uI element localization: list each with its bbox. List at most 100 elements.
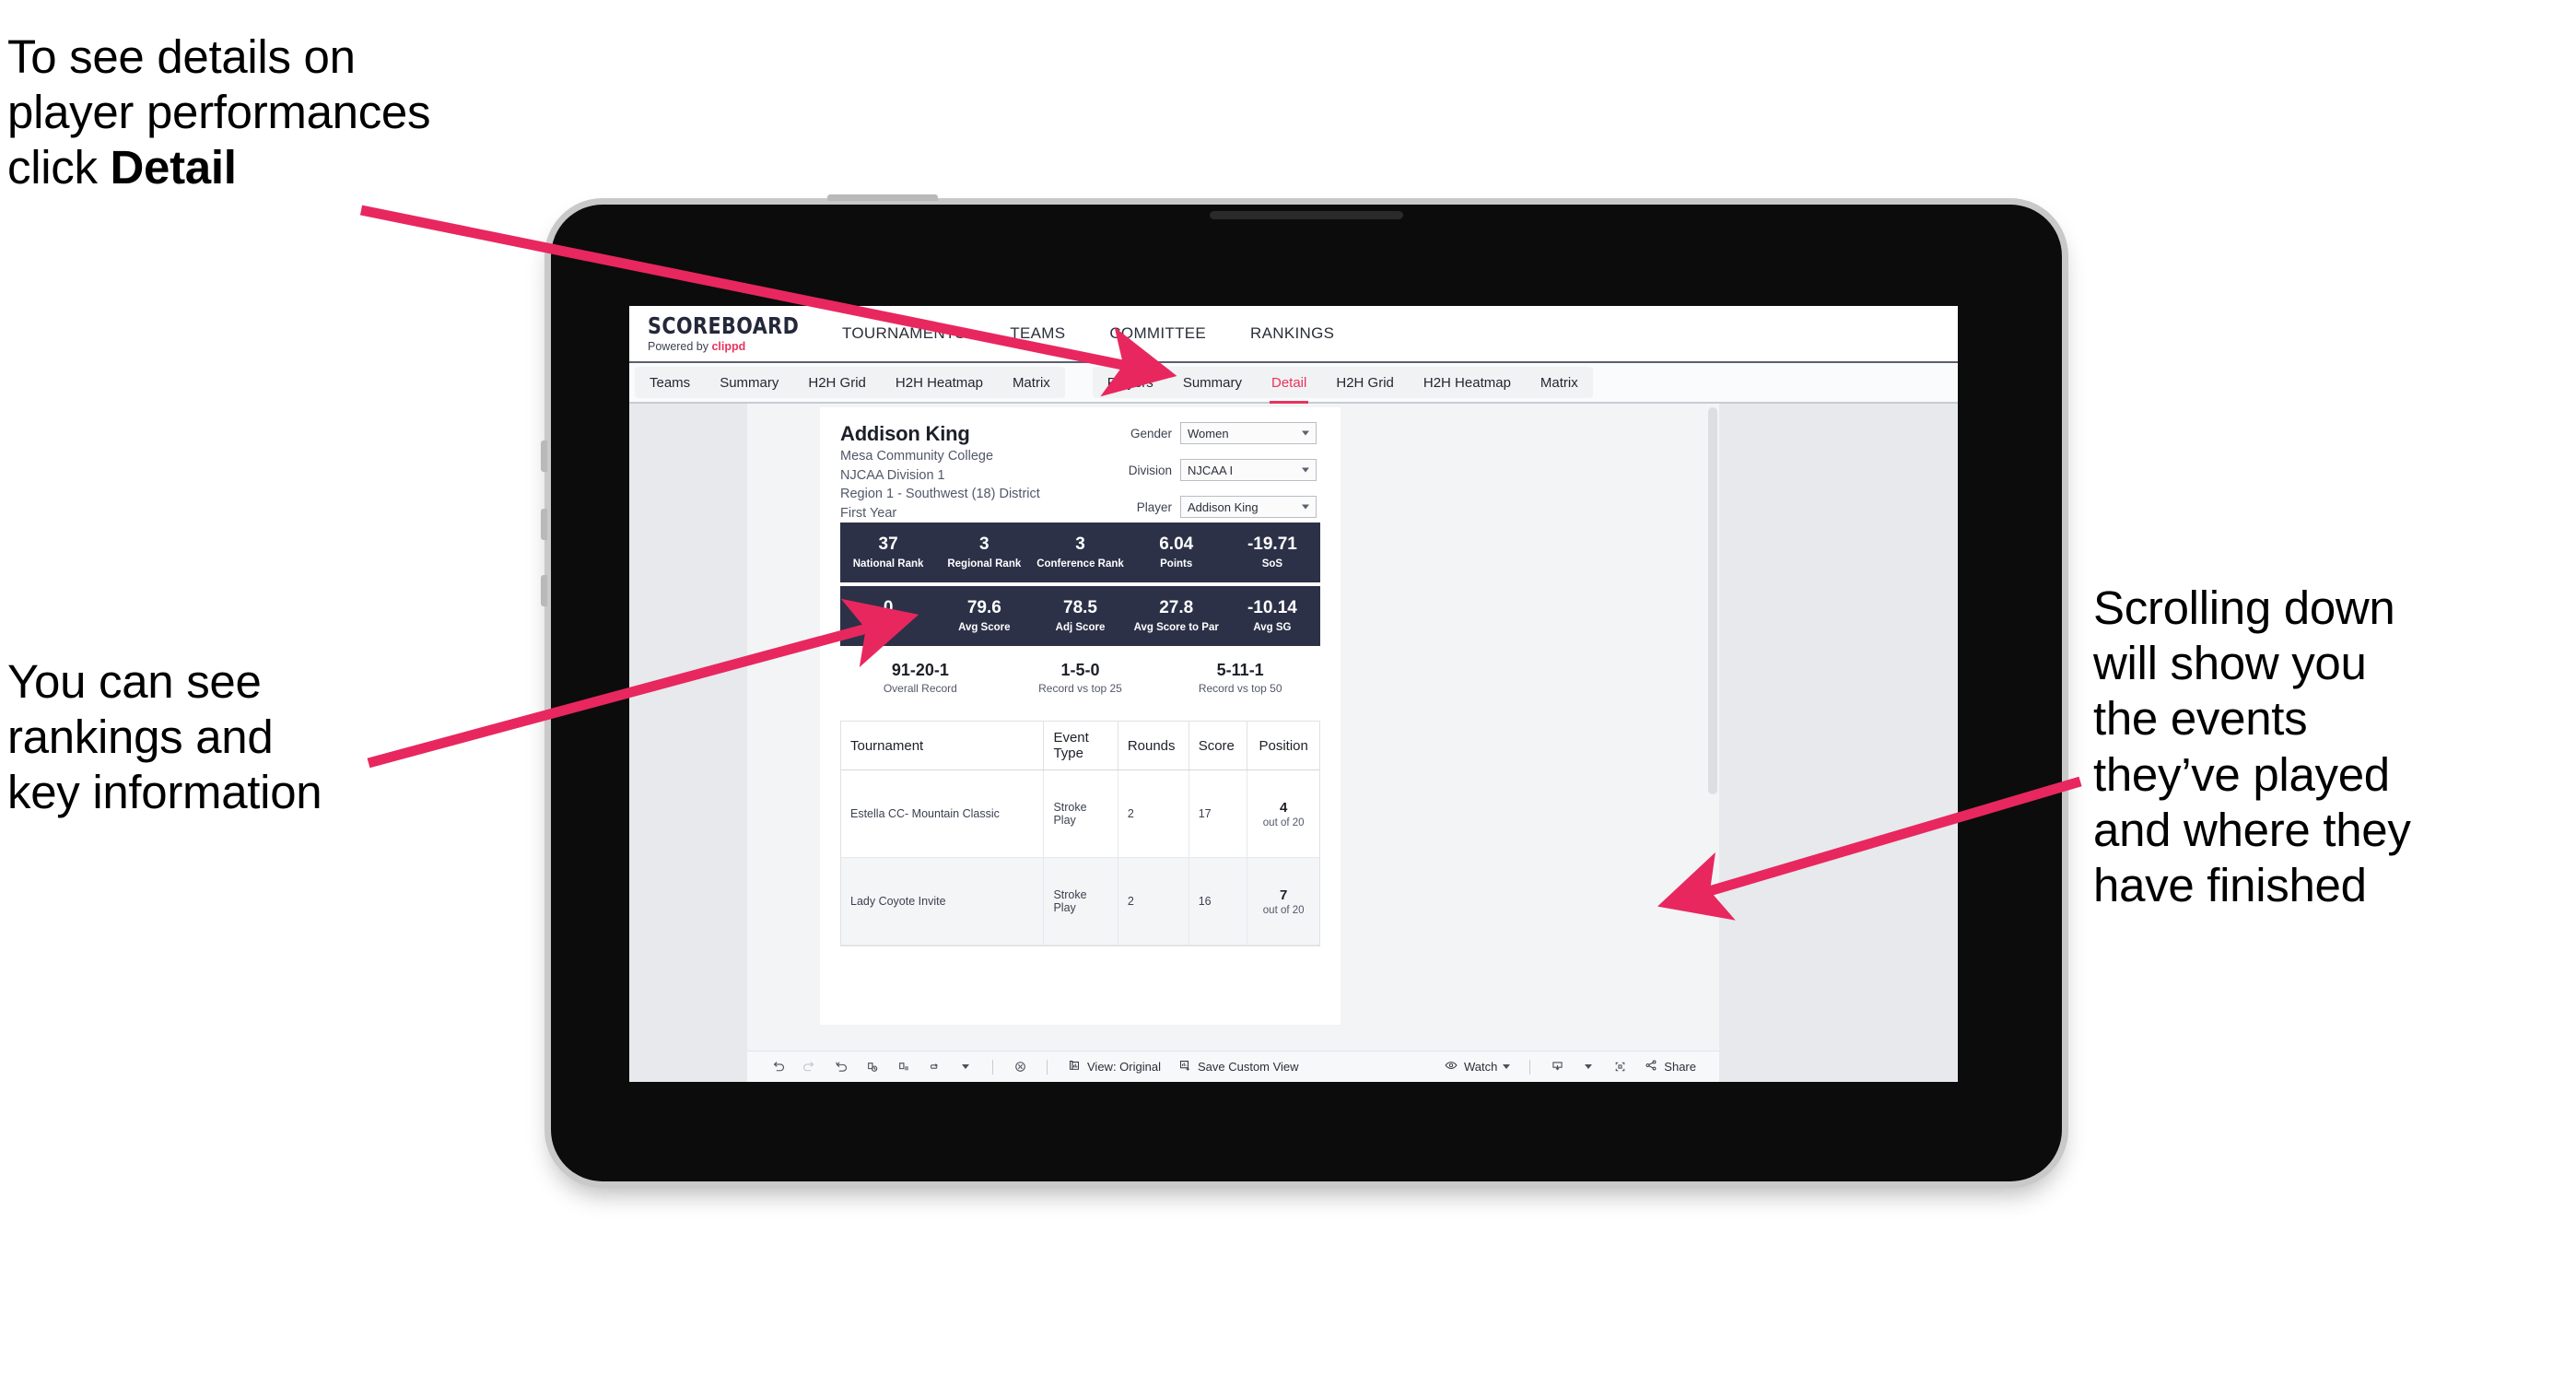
chevron-down-icon: [1503, 1064, 1511, 1069]
player-detail-card: Addison King Mesa Community College NJCA…: [820, 407, 1341, 1025]
tab-players[interactable]: Players: [1093, 367, 1168, 398]
column-header-score[interactable]: Score: [1188, 722, 1248, 770]
tab-teams-h2h-heatmap[interactable]: H2H Heatmap: [881, 367, 998, 398]
callout-right-line2: will show you: [2093, 637, 2367, 690]
save-custom-view-label: Save Custom View: [1197, 1060, 1299, 1074]
share-button[interactable]: Share: [1635, 1058, 1704, 1075]
gender-select-value: Women: [1188, 426, 1229, 440]
stat-avg-score-to-par: 27.8 Avg Score to Par: [1129, 586, 1224, 646]
callout-top-left-line2: player performances: [7, 86, 431, 139]
download-dropdown-icon[interactable]: [1573, 1051, 1604, 1083]
stat-value: 27.8: [1159, 598, 1194, 618]
brand-clippd: clippd: [711, 340, 746, 353]
save-custom-view-button[interactable]: Save Custom View: [1169, 1058, 1307, 1075]
filter-row-gender: Gender Women: [1095, 422, 1317, 444]
undo-icon[interactable]: [762, 1051, 793, 1083]
tab-players-summary[interactable]: Summary: [1168, 367, 1257, 398]
stat-value: 3: [979, 534, 989, 555]
show-hide-cards-icon[interactable]: [1004, 1051, 1036, 1083]
stat-points: 6.04 Points: [1129, 523, 1224, 582]
download-icon[interactable]: [1541, 1051, 1573, 1083]
tablet-power-button: [827, 194, 938, 201]
stat-value: 0: [883, 598, 894, 618]
stat-label: Regional Rank: [947, 558, 1022, 570]
position-number: 7: [1279, 887, 1288, 903]
view-original-icon: [1067, 1058, 1082, 1075]
fullscreen-icon[interactable]: [1604, 1051, 1635, 1083]
stat-avg-score: 79.6 Avg Score: [936, 586, 1032, 646]
division-select-value: NJCAA I: [1188, 463, 1234, 477]
vertical-scrollbar-thumb[interactable]: [1708, 407, 1717, 794]
topnav-item-committee[interactable]: COMMITTEE: [1087, 306, 1228, 361]
brand-logo[interactable]: SCOREBOARD Powered by clippd: [629, 314, 820, 353]
revert-all-icon[interactable]: [825, 1051, 856, 1083]
top-navigation: TOURNAMENTS TEAMS COMMITTEE RANKINGS: [820, 306, 1356, 361]
app-window: SCOREBOARD Powered by clippd TOURNAMENTS…: [629, 306, 1958, 1082]
column-header-tournament[interactable]: Tournament: [841, 722, 1045, 770]
tab-teams-matrix[interactable]: Matrix: [998, 367, 1065, 398]
cell-position: 4 out of 20: [1247, 769, 1319, 858]
callout-right-line3: the events: [2093, 692, 2308, 746]
tab-teams-summary[interactable]: Summary: [705, 367, 793, 398]
tournament-results-table: Tournament Event Type Rounds Score Posit…: [840, 721, 1320, 946]
division-select[interactable]: NJCAA I: [1180, 459, 1317, 481]
cell-score: 16: [1188, 857, 1248, 946]
toolbar-divider: [1047, 1059, 1048, 1075]
tablet-side-button-1: [541, 440, 547, 472]
watch-button[interactable]: Watch: [1435, 1058, 1518, 1075]
column-header-position[interactable]: Position: [1247, 722, 1319, 770]
stat-label: Adj Score: [1055, 621, 1106, 633]
table-row[interactable]: Estella CC- Mountain Classic Stroke Play…: [841, 769, 1319, 858]
player-select[interactable]: Addison King: [1180, 496, 1317, 518]
pan-tool-dropdown-icon[interactable]: [950, 1051, 981, 1083]
stat-value: 78.5: [1063, 598, 1097, 618]
callout-right-line1: Scrolling down: [2093, 581, 2395, 634]
stat-value: 3: [1075, 534, 1085, 555]
cell-event-type: Stroke Play: [1043, 769, 1118, 858]
tab-players-h2h-grid[interactable]: H2H Grid: [1321, 367, 1409, 398]
topnav-item-teams[interactable]: TEAMS: [988, 306, 1087, 361]
record-vs-top-25: 1-5-0 Record vs top 25: [1001, 654, 1161, 702]
callout-right-line6: have finished: [2093, 858, 2367, 911]
column-header-event-type[interactable]: Event Type: [1043, 722, 1118, 770]
cell-rounds: 2: [1118, 769, 1189, 858]
redo-icon[interactable]: [793, 1051, 825, 1083]
record-value: 91-20-1: [891, 660, 949, 679]
stat-national-rank: 37 National Rank: [840, 523, 936, 582]
callout-mid-left-line3: key information: [7, 766, 322, 819]
app-header: SCOREBOARD Powered by clippd TOURNAMENTS…: [629, 306, 1958, 363]
callout-top-left-line1: To see details on: [7, 30, 356, 83]
table-row[interactable]: Lady Coyote Invite Stroke Play 2 16 7 ou…: [841, 857, 1319, 946]
player-region: Region 1 - Southwest (18) District: [840, 487, 1040, 502]
column-header-rounds[interactable]: Rounds: [1118, 722, 1189, 770]
cell-tournament: Lady Coyote Invite: [841, 857, 1045, 946]
topnav-item-rankings[interactable]: RANKINGS: [1228, 306, 1356, 361]
tab-players-matrix[interactable]: Matrix: [1526, 367, 1593, 398]
vertical-scrollbar-track[interactable]: [1706, 404, 1719, 1082]
view-original-button[interactable]: View: Original: [1059, 1058, 1169, 1075]
stat-value: -19.71: [1247, 534, 1297, 555]
tab-teams[interactable]: Teams: [635, 367, 705, 398]
record-label: Record vs top 25: [1038, 682, 1122, 696]
share-icon: [1644, 1058, 1658, 1075]
callout-right-line5: and where they: [2093, 803, 2411, 856]
teams-tab-group: Teams Summary H2H Grid H2H Heatmap Matri…: [635, 367, 1065, 398]
watch-label: Watch: [1463, 1060, 1498, 1074]
save-custom-view-icon: [1177, 1058, 1192, 1075]
position-number: 4: [1279, 799, 1288, 816]
tab-teams-h2h-grid[interactable]: H2H Grid: [793, 367, 881, 398]
stat-label: Points: [1160, 558, 1193, 570]
gender-select[interactable]: Women: [1180, 422, 1317, 444]
tab-players-h2h-heatmap[interactable]: H2H Heatmap: [1409, 367, 1526, 398]
chevron-down-icon: [962, 1064, 969, 1069]
stat-adj-score: 78.5 Adj Score: [1032, 586, 1128, 646]
toolbar-divider: [992, 1059, 993, 1075]
pan-tool-icon[interactable]: [919, 1051, 950, 1083]
pause-auto-update-icon[interactable]: [887, 1051, 919, 1083]
refresh-data-source-icon[interactable]: [856, 1051, 887, 1083]
tab-players-detail[interactable]: Detail: [1257, 367, 1321, 404]
stat-conference-rank: 3 Conference Rank: [1032, 523, 1128, 582]
topnav-item-tournaments[interactable]: TOURNAMENTS: [820, 306, 988, 361]
table-header-row: Tournament Event Type Rounds Score Posit…: [841, 722, 1319, 770]
record-label: Overall Record: [883, 682, 957, 696]
